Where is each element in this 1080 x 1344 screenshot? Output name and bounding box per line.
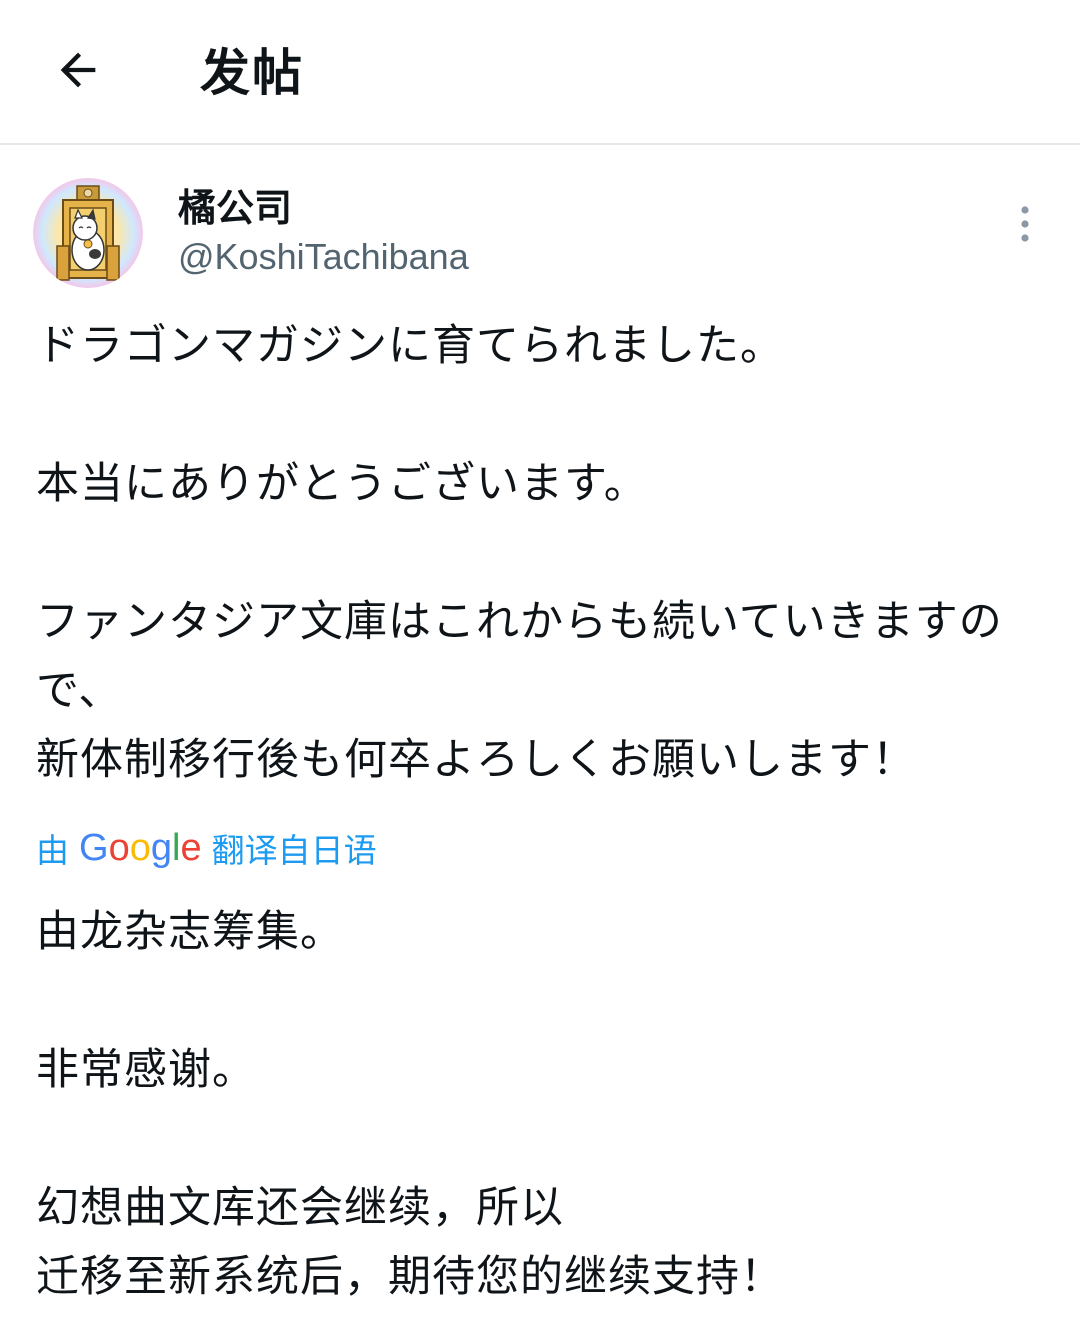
google-letter: g [150,826,172,869]
translated-text: 由龙杂志筹集。 非常感谢。 幻想曲文库还会继续，所以 迁移至新系统后，期待您的继… [36,907,784,1302]
translation-suffix: 翻译自日语 [211,831,377,870]
avatar[interactable] [33,178,143,288]
google-letter: e [180,826,202,869]
page-title: 发帖 [200,44,304,102]
google-logo: Google [79,827,202,870]
more-vertical-icon [1021,206,1029,242]
author-handle[interactable]: @KoshiTachibana [178,234,469,280]
translation-attribution[interactable]: 由 Google 翻译自日语 [36,824,377,872]
google-letter: o [108,826,130,869]
arrow-left-icon [60,52,96,88]
back-button[interactable] [40,32,116,108]
google-letter: G [79,826,109,869]
author-name[interactable]: 橘公司 [178,184,292,232]
translation-prefix: 由 [36,831,69,870]
more-options-button[interactable] [1000,196,1050,252]
tweet-text: ドラゴンマガジンに育てられました。 本当にありがとうございます。 ファンタジア文… [36,321,1003,785]
google-letter: o [129,826,151,869]
top-app-bar: 发帖 [0,0,1080,145]
avatar-image [33,178,143,288]
